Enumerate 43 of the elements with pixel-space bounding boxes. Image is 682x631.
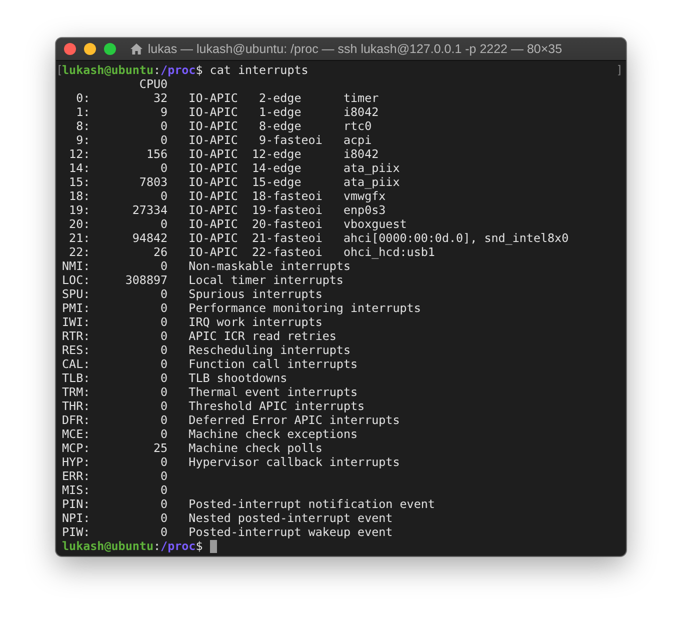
output-line: 9: 0 IO-APIC 9-fasteoi acpi [75, 133, 372, 147]
close-button[interactable] [64, 43, 76, 55]
window-title: lukas — lukash@ubuntu: /proc — ssh lukash@127.0.0.1 -p 2222 — 80×35 [148, 42, 562, 56]
output-line: MIS: 0 [62, 483, 168, 497]
text-cursor [210, 540, 217, 552]
output-line: 15: 7803 IO-APIC 15-edge ata_piix [68, 175, 400, 189]
output-line: NPI: 0 Nested posted-interrupt event [62, 511, 393, 525]
home-icon [130, 43, 143, 55]
output-line: IWI: 0 IRQ work interrupts [62, 315, 322, 329]
output-line: 20: 0 IO-APIC 20-fasteoi vboxguest [68, 217, 407, 231]
output-line: NMI: 0 Non-maskable interrupts [62, 259, 350, 273]
output-line: PIN: 0 Posted-interrupt notification event [62, 497, 435, 511]
output-line: 19: 27334 IO-APIC 19-fasteoi enp0s3 [68, 203, 386, 217]
output-line: THR: 0 Threshold APIC interrupts [62, 399, 365, 413]
output-line: SPU: 0 Spurious interrupts [62, 287, 322, 301]
output-line: PIW: 0 Posted-interrupt wakeup event [62, 525, 393, 539]
output-line: 12: 156 IO-APIC 12-edge i8042 [68, 147, 379, 161]
output-line: 8: 0 IO-APIC 8-edge rtc0 [75, 119, 372, 133]
output-line: MCE: 0 Machine check exceptions [62, 427, 358, 441]
output-line: DFR: 0 Deferred Error APIC interrupts [62, 413, 400, 427]
output-line: 22: 26 IO-APIC 22-fasteoi ohci_hcd:usb1 [68, 245, 435, 259]
line-mark: [ [58, 63, 62, 77]
output-line: MCP: 25 Machine check polls [62, 441, 322, 455]
output-line: CPU0 [138, 77, 168, 91]
minimize-button[interactable] [84, 43, 96, 55]
output-line: 14: 0 IO-APIC 14-edge ata_piix [68, 161, 400, 175]
output-line: TLB: 0 TLB shootdowns [62, 371, 288, 385]
output-line: 21: 94842 IO-APIC 21-fasteoi ahci[0000:00:0d.0], snd_intel8x0 [68, 231, 569, 245]
output-line: 0: 32 IO-APIC 2-edge timer [75, 91, 379, 105]
output-line: LOC: 308897 Local timer interrupts [62, 273, 344, 287]
prompt-line: lukash@ubuntu:/proc$ [62, 539, 203, 553]
output-line: 1: 9 IO-APIC 1-edge i8042 [75, 105, 379, 119]
zoom-button[interactable] [104, 43, 116, 55]
output-line: RES: 0 Rescheduling interrupts [62, 343, 350, 357]
output-line: CAL: 0 Function call interrupts [62, 357, 358, 371]
output-line: RTR: 0 APIC ICR read retries [62, 329, 336, 343]
output-line: 18: 0 IO-APIC 18-fasteoi vmwgfx [68, 189, 386, 203]
command-line: lukash@ubuntu:/proc$ cat interrupts [62, 63, 308, 77]
output-line: TRM: 0 Thermal event interrupts [62, 385, 358, 399]
output-line: PMI: 0 Performance monitoring interrupts [62, 301, 421, 315]
line-mark: ] [618, 63, 622, 77]
output-line: ERR: 0 [62, 469, 168, 483]
output-line: HYP: 0 Hypervisor callback interrupts [62, 455, 400, 469]
